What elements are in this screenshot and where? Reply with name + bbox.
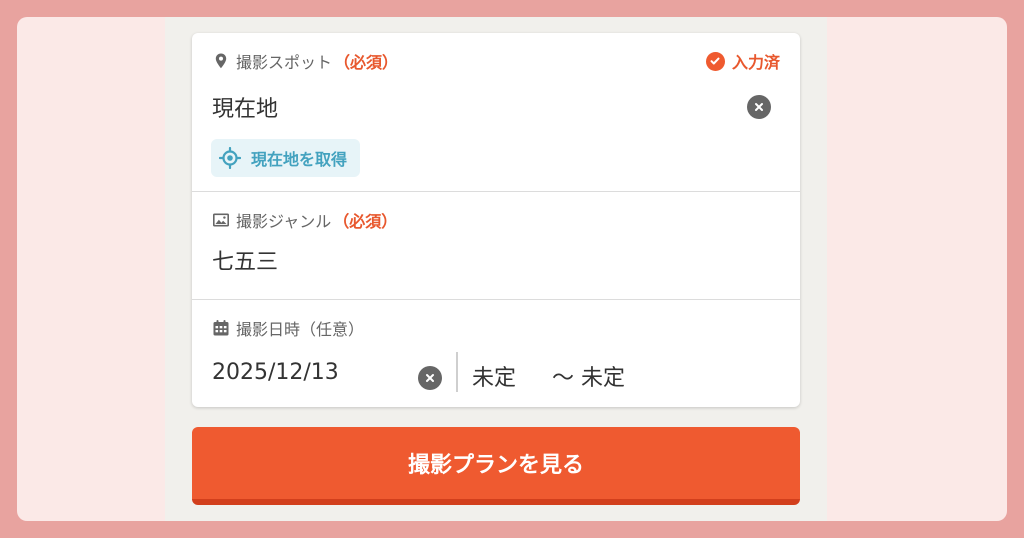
- get-current-location-button[interactable]: 現在地を取得: [211, 139, 361, 177]
- locate-target-icon: [219, 147, 241, 169]
- date-field[interactable]: 2025/12/13: [212, 360, 339, 385]
- spot-label: 撮影スポット: [236, 53, 333, 72]
- image-icon: [212, 211, 230, 229]
- genre-section: 撮影ジャンル （必須） 七五三: [192, 192, 800, 300]
- close-icon: [755, 103, 763, 111]
- genre-value[interactable]: 七五三: [212, 244, 278, 276]
- spot-clear-button[interactable]: [747, 95, 771, 119]
- datetime-section: 撮影日時（任意） 2025/12/13 未定 ～ 未定: [192, 300, 800, 407]
- divider: [456, 352, 458, 392]
- spot-section: 撮影スポット （必須） 入力済 現在地 現在地を取得: [192, 33, 800, 192]
- view-plans-button[interactable]: 撮影プランを見る: [192, 427, 800, 505]
- search-form-card: 撮影スポット （必須） 入力済 現在地 現在地を取得 撮影ジャンル （必須） 七…: [192, 33, 800, 407]
- spot-value[interactable]: 現在地: [212, 91, 278, 123]
- datetime-label-row: 撮影日時（任意）: [212, 316, 364, 340]
- spot-label-row: 撮影スポット （必須）: [212, 49, 398, 73]
- close-icon: [426, 374, 434, 382]
- time-from-field[interactable]: 未定: [472, 360, 516, 392]
- genre-required-badge: （必須）: [333, 212, 398, 231]
- time-to-field[interactable]: ～ 未定: [552, 360, 625, 392]
- datetime-input-row: 2025/12/13 未定 ～ 未定: [192, 352, 800, 394]
- map-pin-icon: [212, 52, 230, 70]
- get-current-location-label: 現在地を取得: [251, 150, 348, 169]
- check-circle-icon: [705, 51, 725, 71]
- spot-status-badge: 入力済: [705, 49, 780, 73]
- genre-label: 撮影ジャンル: [236, 212, 332, 231]
- outer-panel: 撮影スポット （必須） 入力済 現在地 現在地を取得 撮影ジャンル （必須） 七…: [17, 17, 1007, 521]
- spot-status-text: 入力済: [731, 53, 780, 72]
- app-screen: 撮影スポット （必須） 入力済 現在地 現在地を取得 撮影ジャンル （必須） 七…: [165, 17, 827, 521]
- date-clear-button[interactable]: [418, 366, 442, 390]
- genre-label-row: 撮影ジャンル （必須）: [212, 208, 397, 232]
- datetime-label: 撮影日時（任意）: [236, 320, 365, 339]
- spot-required-badge: （必須）: [334, 53, 399, 72]
- calendar-icon: [212, 319, 230, 337]
